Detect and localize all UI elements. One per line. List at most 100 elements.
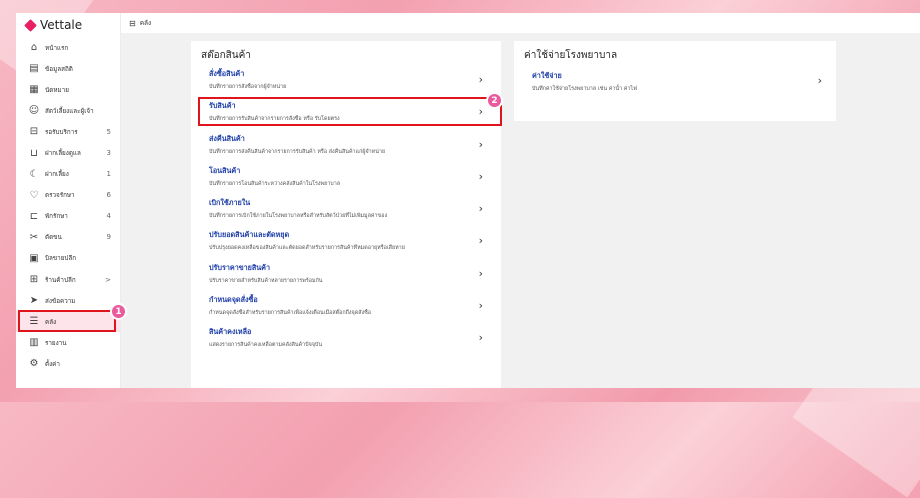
expense-menu-item[interactable]: ค่าใช้จ่ายบันทึกค่าใช้จ่ายโรงพยาบาล เช่น…	[514, 64, 836, 96]
chevron-right-icon: ›	[478, 266, 483, 280]
sidebar-item-label: ฝากเลี้ยง	[45, 171, 69, 179]
stock-menu-item[interactable]: ปรับราคาขายสินค้าปรับราคาขายสำหรับสินค้า…	[197, 258, 501, 290]
stock-menu-item[interactable]: สินค้าคงเหลือแสดงรายการสินค้าคงเหลือตามค…	[197, 322, 501, 354]
sidebar-item-shop[interactable]: ⊞ ร้านค้าปลีก >	[16, 269, 120, 290]
sidebar-item-label: สัตว์เลี้ยงและผู้เจ้า	[45, 107, 94, 115]
stock-item-desc: บันทึกรายการส่งคืนสินค้าจากรายการรับสินค…	[209, 148, 386, 155]
stock-menu-item[interactable]: เบิกใช้ภายใน บันทึกรายการเบิกใช้ภายในโรงพ…	[197, 193, 501, 225]
sidebar-item-grooming[interactable]: ✂ ตัดขน 9	[16, 227, 120, 248]
calendar-icon: ▦	[29, 84, 39, 96]
grooming-icon: ✂	[29, 231, 39, 243]
main-area: ⊟ คลัง สต๊อกสินค้า สั่งซื้อสินค้า บันทึกร…	[121, 13, 920, 388]
sidebar-item-label: คลัง	[45, 318, 57, 326]
sidebar-item-label: ตรวจรักษา	[45, 192, 75, 200]
sidebar-item-label: หน้าแรก	[45, 44, 69, 52]
stock-item-desc: ปรับปรุงยอดคงเหลือของสินค้าและตัดยอดสำหร…	[209, 245, 405, 252]
sidebar-item-stats[interactable]: ▤ ข้อมูลสถิติ	[16, 58, 120, 79]
stock-item-title: ปรับยอดสินค้าและตัดหยุด	[209, 230, 290, 240]
queue-icon: ⊟	[29, 126, 39, 138]
annotation-badge-2: 2	[486, 92, 503, 109]
expense-item-title: ค่าใช้จ่าย	[532, 71, 562, 80]
stock-menu-item[interactable]: สั่งซื้อสินค้าบันทึกรายการสั่งซื้อจากผู้…	[197, 64, 501, 96]
stock-menu-item[interactable]: ปรับยอดสินค้าและตัดหยุดปรับปรุงยอดคงเหลื…	[197, 225, 501, 257]
expense-panel: ค่าใช้จ่ายโรงพยาบาล ค่าใช้จ่ายบันทึกค่าใ…	[514, 41, 836, 121]
sidebar-item-calendar[interactable]: ▦ นัดหมาย	[16, 79, 120, 100]
stock-item-desc: กำหนดจุดสั่งซื้อสำหรับรายการสินค้าเพื่อแ…	[209, 310, 372, 317]
sidebar-item-home[interactable]: ⌂ หน้าแรก	[16, 37, 120, 58]
stock-menu-item[interactable]: โอนสินค้าบันทึกรายการโอนสินค้าระหว่างคลั…	[197, 161, 501, 193]
stock-item-title: รับสินค้า	[209, 101, 236, 111]
sidebar-item-ward[interactable]: ⊏ พักรักษา 4	[16, 206, 120, 227]
sidebar-item-stethoscope[interactable]: ♡ ตรวจรักษา 6	[16, 185, 120, 206]
sidebar-item-label: ข้อมูลสถิติ	[45, 65, 73, 73]
sidebar-item-label: ฝากเลี้ยงดูแล	[45, 150, 81, 158]
chevron-right-icon: ›	[817, 74, 822, 87]
sidebar-item-label: พักรักษา	[45, 213, 68, 221]
sidebar-item-settings[interactable]: ⚙ ตั้งค่า	[16, 353, 120, 374]
expense-list: ค่าใช้จ่ายบันทึกค่าใช้จ่ายโรงพยาบาล เช่น…	[514, 64, 836, 96]
inventory-icon: ☰	[29, 316, 39, 328]
sidebar-item-invoice[interactable]: ▣ บิลขายปลีก	[16, 248, 120, 269]
sidebar-item-report[interactable]: ▥ รายงาน	[16, 332, 120, 353]
sidebar-item-count: 6	[106, 191, 111, 200]
sidebar-item-count: 1	[106, 170, 111, 179]
sidebar-item-label: ส่งข้อความ	[45, 297, 76, 305]
ward-icon: ⊏	[29, 210, 39, 222]
stock-item-desc: บันทึกรายการโอนสินค้าระหว่างคลังสินค้าใน…	[209, 180, 341, 187]
stock-item-title: สินค้าคงเหลือ	[209, 327, 252, 337]
app-window: Vettale ⌂ หน้าแรก ▤ ข้อมูลสถิติ ▦ นัดหมาย ☺ สัต…	[16, 13, 920, 388]
sidebar-item-label: รายงาน	[45, 339, 67, 347]
stock-item-title: โอนสินค้า	[209, 165, 241, 175]
chevron-right-icon: ›	[478, 137, 483, 151]
page-title: คลัง	[139, 19, 152, 27]
sidebar-item-label: ร้านค้าปลีก	[45, 276, 76, 284]
chevron-right-icon: ›	[478, 299, 483, 313]
stock-item-desc: ปรับราคาขายสำหรับสินค้าหลายรายการพร้อมกั…	[209, 277, 323, 284]
sidebar-item-send[interactable]: ➤ ส่งข้อความ	[16, 290, 120, 311]
chevron-right-icon: ›	[478, 169, 483, 183]
stock-list: สั่งซื้อสินค้าบันทึกรายการสั่งซื้อจากผู้…	[191, 64, 502, 355]
stock-item-desc: แสดงรายการสินค้าคงเหลือตามคลังสินค้าปัจจ…	[209, 342, 323, 349]
sidebar-item-count: 5	[106, 127, 111, 136]
sidebar-item-moon[interactable]: ☾ ฝากเลี้ยง 1	[16, 164, 120, 185]
stock-panel: สต๊อกสินค้า สั่งซื้อสินค้า บันทึกรายการสั…	[191, 41, 502, 388]
stock-item-title: ปรับราคาขายสินค้า	[209, 262, 271, 272]
stock-item-desc: บันทึกรายการเบิกใช้ภายในโรงพยาบาลหรือสำห…	[209, 213, 388, 220]
stock-item-title: สั่งซื้อสินค้า	[209, 69, 245, 78]
sidebar-item-bed[interactable]: ⊔ ฝากเลี้ยงดูแล 3	[16, 142, 120, 163]
chevron-right-icon: ›	[478, 202, 483, 216]
expense-item-desc: บันทึกค่าใช้จ่ายโรงพยาบาล เช่น ค่าน้ำ ค่…	[532, 86, 637, 92]
chevron-right-icon: ›	[478, 234, 483, 248]
stethoscope-icon: ♡	[29, 189, 39, 201]
sidebar-item-count: >	[105, 275, 111, 284]
bed-icon: ⊔	[30, 147, 38, 159]
sidebar-item-queue[interactable]: ⊟ รอรับบริการ 5	[16, 121, 120, 142]
stock-item-title: ส่งคืนสินค้า	[209, 133, 245, 143]
sidebar-item-pets-owner[interactable]: ☺ สัตว์เลี้ยงและผู้เจ้า	[16, 100, 120, 121]
stock-item-desc: บันทึกรายการรับสินค้าจากรายการสั่งซื้อ ห…	[209, 116, 340, 123]
stock-menu-item[interactable]: กำหนดจุดสั่งซื้อกำหนดจุดสั่งซื้อสำหรับรา…	[197, 290, 501, 322]
settings-icon: ⚙	[29, 358, 39, 370]
stock-item-desc: บันทึกรายการสั่งซื้อจากผู้จำหน่าย	[209, 84, 287, 90]
chevron-right-icon: ›	[478, 73, 483, 86]
invoice-icon: ▣	[29, 252, 39, 264]
sidebar-item-inventory[interactable]: ☰ คลัง	[16, 310, 120, 333]
sidebar-item-count: 9	[106, 233, 111, 242]
sidebar-item-count: 3	[106, 149, 111, 158]
top-bar: ⊟ คลัง	[121, 13, 920, 33]
sidebar-item-label: รอรับบริการ	[45, 128, 78, 136]
sidebar-item-label: ตั้งค่า	[45, 360, 60, 368]
stats-icon: ▤	[29, 63, 39, 75]
chevron-right-icon: ›	[478, 105, 483, 119]
brand-mark-icon	[24, 18, 37, 32]
annotation-badge-1: 1	[110, 303, 127, 320]
expense-panel-title: ค่าใช้จ่ายโรงพยาบาล	[524, 50, 618, 61]
sidebar-nav: ⌂ หน้าแรก ▤ ข้อมูลสถิติ ▦ นัดหมาย ☺ สัตว์เลี้ยง…	[16, 37, 120, 375]
stock-menu-item[interactable]: ส่งคืนสินค้าบันทึกรายการส่งคืนสินค้าจากร…	[197, 129, 501, 161]
stock-menu-item[interactable]: รับสินค้าบันทึกรายการรับสินค้าจากรายการส…	[197, 96, 502, 128]
stock-item-title: กำหนดจุดสั่งซื้อ	[209, 295, 258, 305]
moon-icon: ☾	[29, 168, 39, 180]
inventory-icon: ⊟	[129, 18, 136, 28]
brand-logo[interactable]: Vettale	[16, 13, 120, 37]
sidebar-item-label: บิลขายปลีก	[45, 255, 77, 263]
